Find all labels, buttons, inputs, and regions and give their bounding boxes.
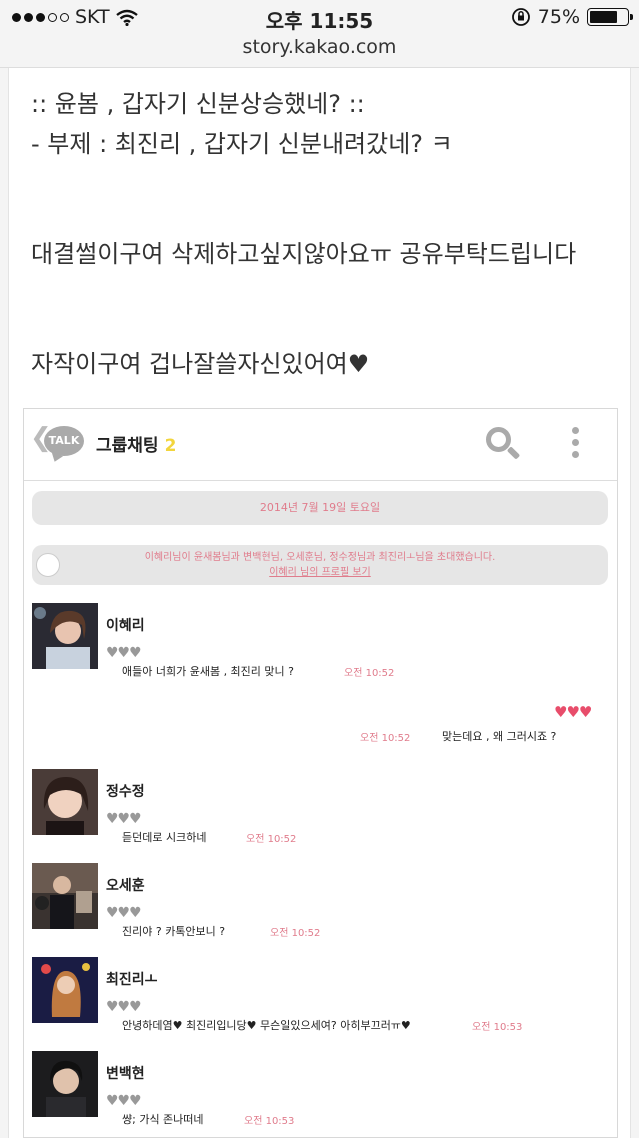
battery-percent: 75% [537, 6, 580, 28]
post-request: 대결썰이구여 삭제하고싶지않아요ㅠ 공유부탁드립니다 [31, 240, 577, 268]
avatar [32, 603, 98, 669]
invite-text: 이혜리님이 윤새봄님과 변백현님, 오세훈님, 정수정님과 최진리ㅗ님을 초대했… [144, 552, 496, 563]
battery-icon [587, 8, 633, 26]
avatar [32, 957, 98, 1023]
status-bar: SKT 오후 11:55 75% [0, 0, 639, 36]
message-text: 맞는데요 , 왜 그러시죠 ? [442, 730, 557, 743]
post-title: :: 윤봄 , 갑자기 신분상승했네? :: [31, 90, 365, 118]
post-card: :: 윤봄 , 갑자기 신분상승했네? :: - 부제 : 최진리 , 갑자기 … [8, 68, 631, 1138]
status-right: 75% [511, 6, 633, 28]
message-text: 안녕하데염♥ 최진리입니당♥ 무슨일있으세여? 아히부끄러ㅠ♥ [122, 1019, 411, 1032]
sender-name: 오세훈 [106, 878, 145, 894]
hearts-icon: ♥♥♥ [106, 999, 142, 1015]
url-bar[interactable]: story.kakao.com [0, 36, 639, 68]
chat-title-text: 그룹채팅 [96, 436, 159, 456]
talk-logo-icon: TALK [44, 426, 84, 456]
message-text: 듣던데로 시크하네 [122, 831, 207, 844]
sender-name: 이혜리 [106, 618, 145, 634]
message-text: 애들아 너희가 윤새봄 , 최진리 맞니 ? [122, 665, 294, 678]
post-note-text: 자작이구여 겁나잘쓸자신있어여 [31, 350, 348, 378]
message-time: 오전 10:53 [244, 1116, 295, 1127]
sender-name: 정수정 [106, 784, 145, 800]
heart-icon: ♥ [347, 350, 370, 378]
message-time: 오전 10:52 [246, 834, 297, 845]
avatar [32, 863, 98, 929]
profile-link: 이혜리 님의 프로필 보기 [269, 567, 371, 578]
sender-name: 변백현 [106, 1066, 145, 1082]
post-note: 자작이구여 겁나잘쓸자신있어여♥ [31, 344, 369, 379]
system-message: 이혜리님이 윤새봄님과 변백현님, 오세훈님, 정수정님과 최진리ㅗ님을 초대했… [32, 545, 608, 585]
date-divider: 2014년 7월 19일 토요일 [32, 491, 608, 525]
hearts-icon: ♥♥♥ [106, 1093, 142, 1109]
message-time: 오전 10:52 [344, 668, 395, 679]
hearts-icon: ♥♥♥ [106, 645, 142, 661]
profile-placeholder-icon [36, 553, 60, 577]
hearts-icon: ♥♥♥ [554, 703, 592, 721]
url-text[interactable]: story.kakao.com [243, 36, 397, 58]
hearts-icon: ♥♥♥ [106, 811, 142, 827]
hearts-icon: ♥♥♥ [106, 905, 142, 921]
message-time: 오전 10:52 [270, 928, 321, 939]
post-subtitle: - 부제 : 최진리 , 갑자기 신분내려갔네? ㅋ [31, 130, 453, 158]
message-time: 오전 10:53 [472, 1022, 523, 1033]
message-text: 진리야 ? 카톡안보니 ? [122, 925, 226, 938]
more-options-icon [572, 427, 580, 463]
orientation-lock-icon [511, 8, 530, 26]
chat-title: 그룹채팅 2 [96, 431, 176, 456]
avatar [32, 769, 98, 835]
member-count: 2 [164, 436, 177, 456]
search-icon [484, 425, 524, 465]
chat-header: ❮ TALK 그룹채팅 2 [24, 409, 617, 481]
sender-name: 최진리ㅗ [106, 972, 158, 988]
message-time: 오전 10:52 [360, 733, 411, 744]
chat-screenshot: ❮ TALK 그룹채팅 2 2014년 7월 19일 토요일 이혜리님이 윤새봄님… [23, 408, 618, 1138]
message-text: 썅; 가식 존나떠네 [122, 1113, 204, 1126]
avatar [32, 1051, 98, 1117]
